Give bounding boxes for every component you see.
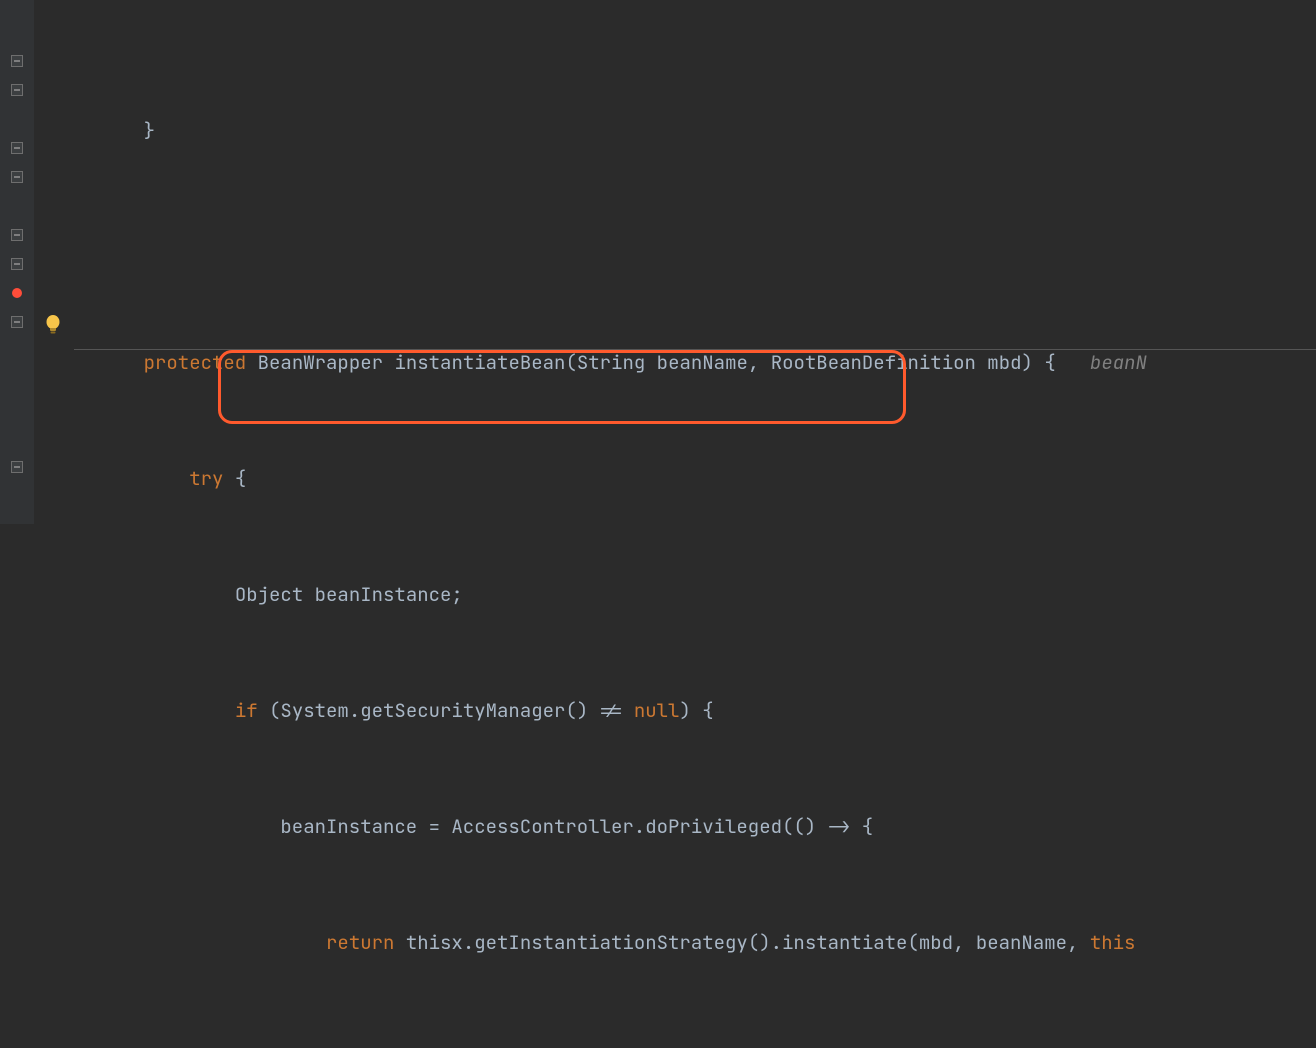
code-line[interactable]: if (System.getSecurityManager() != null)… <box>74 696 1316 725</box>
fold-minus-icon[interactable] <box>0 133 34 162</box>
breakpoint-dot[interactable] <box>0 278 34 307</box>
bulb-gutter <box>34 0 74 524</box>
fold-minus-icon[interactable] <box>0 75 34 104</box>
fold-plus-icon[interactable] <box>0 307 34 336</box>
fold-minus-icon[interactable] <box>0 452 34 481</box>
gutter[interactable] <box>0 0 34 524</box>
fold-minus-icon[interactable] <box>0 46 34 75</box>
code-text: return thisx.getInstantiationStrategy().… <box>98 930 1135 955</box>
code-editor[interactable]: } protected BeanWrapper instantiateBean(… <box>0 0 1316 524</box>
fold-minus-icon[interactable] <box>0 162 34 191</box>
code-text: protected BeanWrapper instantiateBean(St… <box>98 350 1147 375</box>
code-line[interactable] <box>74 232 1316 261</box>
code-line[interactable]: protected BeanWrapper instantiateBean(St… <box>74 348 1316 377</box>
fold-minus-icon[interactable] <box>0 249 34 278</box>
code-text: Object beanInstance; <box>98 582 463 607</box>
code-line[interactable]: return thisx.getInstantiationStrategy().… <box>74 928 1316 957</box>
code-line[interactable]: try { <box>74 464 1316 493</box>
code-area[interactable]: } protected BeanWrapper instantiateBean(… <box>74 0 1316 524</box>
code-line[interactable]: } <box>74 116 1316 145</box>
code-text: }, this.getAccessControlContext()); <box>98 1046 679 1048</box>
code-text: } <box>98 118 155 143</box>
code-line[interactable]: Object beanInstance; <box>74 580 1316 609</box>
code-text: try { <box>98 466 246 491</box>
fold-plus-icon[interactable] <box>0 220 34 249</box>
code-line[interactable]: }, this.getAccessControlContext()); <box>74 1044 1316 1048</box>
bulb-icon[interactable] <box>44 314 62 336</box>
code-text: beanInstance = AccessController.doPrivil… <box>98 814 873 839</box>
code-text: if (System.getSecurityManager() != null)… <box>98 698 714 723</box>
code-line[interactable]: beanInstance = AccessController.doPrivil… <box>74 812 1316 841</box>
